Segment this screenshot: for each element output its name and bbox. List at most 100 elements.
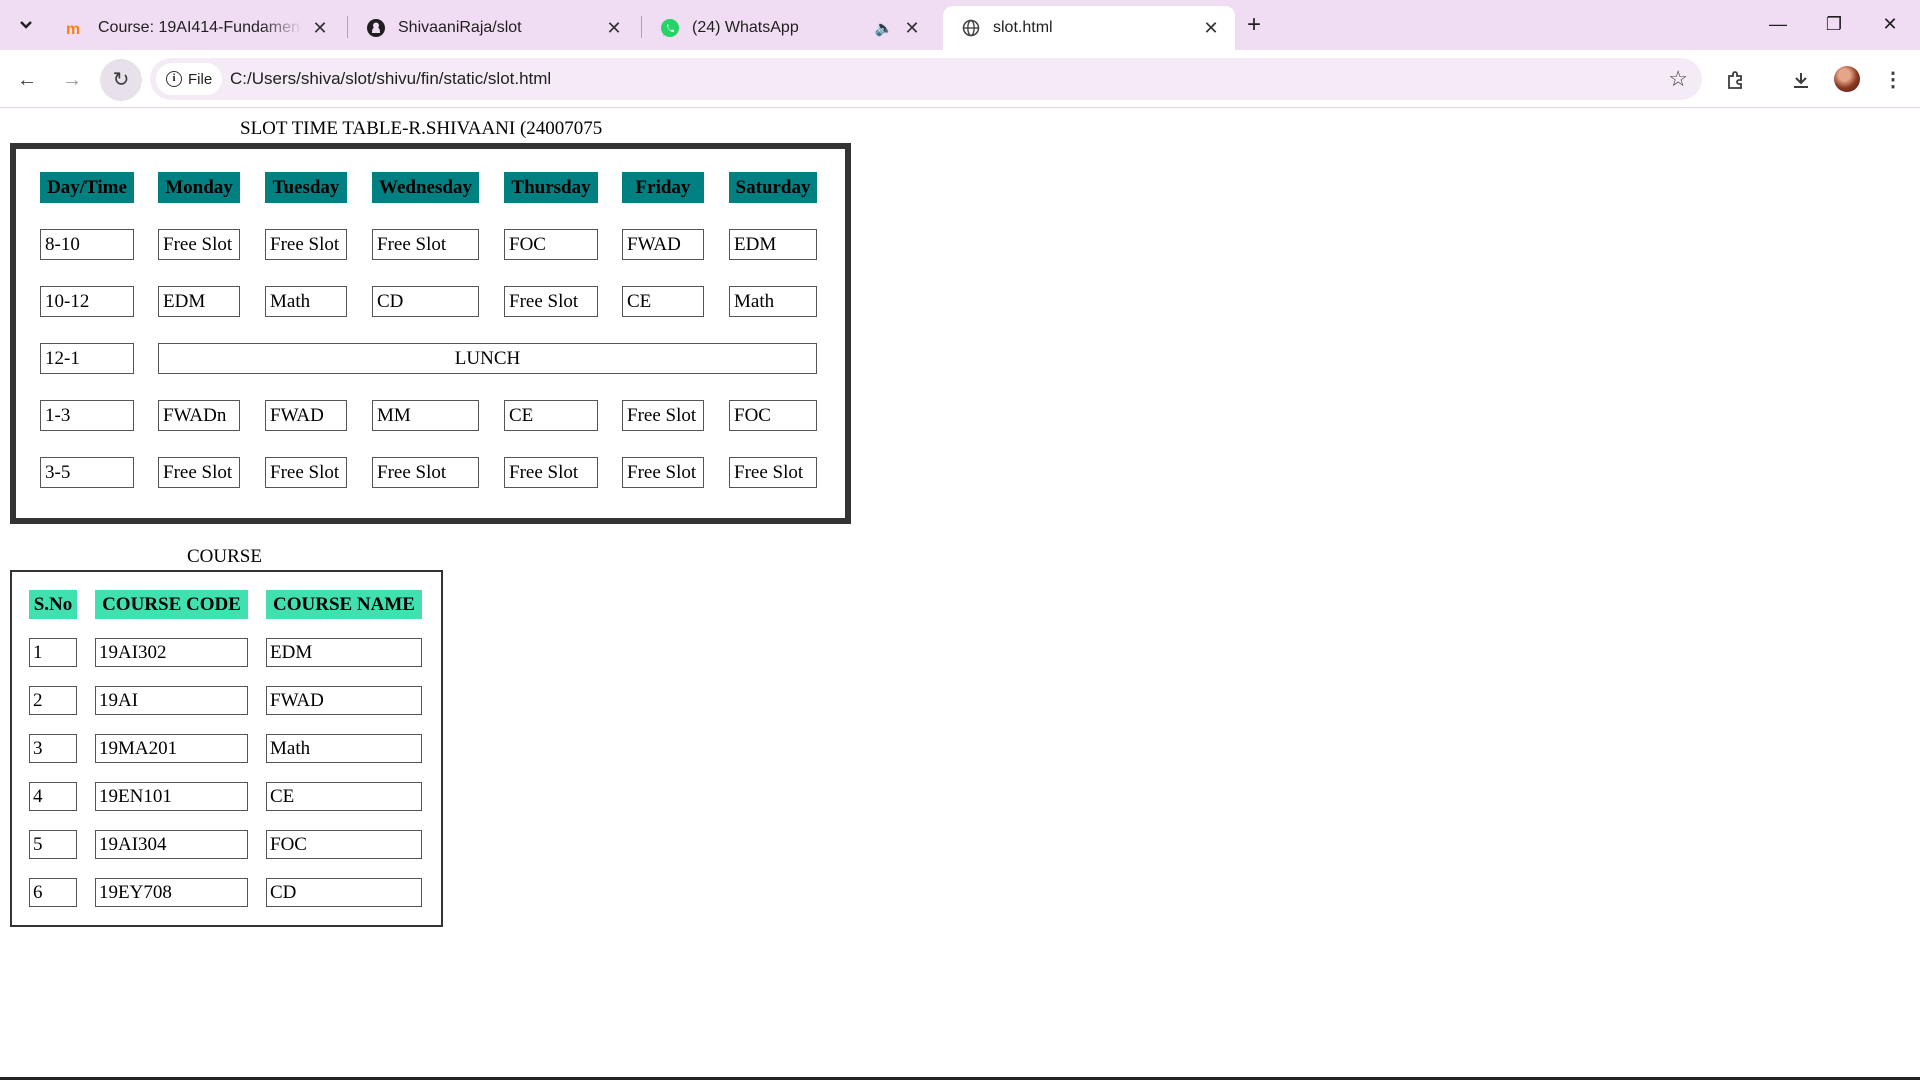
slot-cell: Free Slot [265,457,347,488]
tab-title: Course: 19AI414-Fundamentals [98,19,302,36]
course-code: 19AI302 [95,638,248,667]
course-name: FWAD [266,686,422,715]
site-info-chip[interactable]: i File [156,63,223,95]
course-sno: 1 [29,638,77,667]
slot-cell: Free Slot [158,229,240,260]
close-tab-icon[interactable]: ✕ [902,18,922,39]
course-name: CD [266,878,422,907]
new-tab-plus-icon[interactable]: + [1240,11,1268,39]
header-cell: Tuesday [265,172,347,203]
header-cell: Thursday [504,172,598,203]
slot-cell: FWAD [622,229,704,260]
time-cell: 8-10 [40,229,134,260]
slot-cell: Math [265,286,347,317]
slot-cell: Free Slot [372,229,479,260]
slot-cell: Free Slot [622,400,704,431]
browser-toolbar: ← → ↻ i File C:/Users/shiva/slot/shivu/f… [0,50,1920,108]
tab-strip: m Course: 19AI414-Fundamentals ✕ Shivaan… [0,0,1920,50]
header-cell: Friday [622,172,704,203]
slot-cell: Free Slot [729,457,817,488]
slot-cell: CE [504,400,598,431]
tab-whatsapp[interactable]: (24) WhatsApp 🔈 ✕ [642,6,936,50]
course-sno: 3 [29,734,77,763]
header-cell: Saturday [729,172,817,203]
slot-cell: Free Slot [372,457,479,488]
slot-cell: MM [372,400,479,431]
close-tab-icon[interactable]: ✕ [604,18,624,39]
svg-text:m: m [66,21,80,36]
moodle-icon: m [66,18,86,38]
course-code: 19AI [95,686,248,715]
course-code: 19EY708 [95,878,248,907]
tab-title: slot.html [993,19,1053,36]
menu-kebab-icon[interactable]: ⋮ [1876,63,1910,97]
slot-cell: Free Slot [504,286,598,317]
course-sno: 5 [29,830,77,859]
course-code: 19MA201 [95,734,248,763]
tab-course[interactable]: m Course: 19AI414-Fundamentals ✕ [48,6,344,50]
extensions-puzzle-icon[interactable] [1718,63,1752,97]
slot-cell: EDM [729,229,817,260]
site-info-label: File [188,70,213,88]
slot-cell: Free Slot [504,457,598,488]
bookmark-star-icon[interactable]: ☆ [1668,66,1688,92]
time-cell: 10-12 [40,286,134,317]
course-table: S.No COURSE CODE COURSE NAME 1 19AI302 E… [10,570,443,927]
course-header-cell: COURSE CODE [95,590,248,619]
time-cell: 3-5 [40,457,134,488]
course-code: 19EN101 [95,782,248,811]
header-cell: Wednesday [372,172,479,203]
course-name: EDM [266,638,422,667]
speaker-icon[interactable]: 🔈 [874,19,894,37]
course-header-cell: COURSE NAME [266,590,422,619]
course-name: FOC [266,830,422,859]
slot-cell: Free Slot [158,457,240,488]
minimize-icon[interactable]: — [1760,8,1796,40]
slot-timetable: Day/Time Monday Tuesday Wednesday Thursd… [10,143,851,524]
whatsapp-icon [660,18,680,38]
slot-cell: FOC [504,229,598,260]
globe-icon [961,18,981,38]
course-name: CE [266,782,422,811]
close-window-icon[interactable]: ✕ [1872,8,1908,40]
course-caption: COURSE [187,546,262,567]
tab-github[interactable]: ShivaaniRaja/slot ✕ [348,6,638,50]
slot-cell: CE [622,286,704,317]
back-arrow-icon[interactable]: ← [10,63,44,97]
course-sno: 6 [29,878,77,907]
slot-cell: FWADn [158,400,240,431]
tab-search-chevron-icon[interactable] [10,9,42,41]
slot-cell: CD [372,286,479,317]
slot-cell: EDM [158,286,240,317]
close-tab-icon[interactable]: ✕ [1201,18,1221,39]
address-bar[interactable]: i File C:/Users/shiva/slot/shivu/fin/sta… [150,58,1702,100]
slot-cell: FOC [729,400,817,431]
tab-title: (24) WhatsApp [692,19,799,36]
time-cell: 12-1 [40,343,134,374]
course-sno: 2 [29,686,77,715]
header-cell: Day/Time [40,172,134,203]
header-cell: Monday [158,172,240,203]
timetable-caption: SLOT TIME TABLE-R.SHIVAANI (24007075 [240,118,603,139]
lunch-cell: LUNCH [158,343,817,374]
github-icon [366,18,386,38]
slot-cell: FWAD [265,400,347,431]
reload-icon[interactable]: ↻ [100,59,142,101]
restore-icon[interactable]: ❐ [1816,8,1852,40]
page-content: SLOT TIME TABLE-R.SHIVAANI (24007075 Day… [0,109,1920,1077]
slot-cell: Math [729,286,817,317]
slot-cell: Free Slot [622,457,704,488]
download-icon[interactable] [1784,63,1818,97]
course-sno: 4 [29,782,77,811]
info-icon: i [166,71,182,87]
slot-cell: Free Slot [265,229,347,260]
forward-arrow-icon[interactable]: → [55,63,89,97]
url-text[interactable]: C:/Users/shiva/slot/shivu/fin/static/slo… [230,69,551,89]
tab-slot-html[interactable]: slot.html ✕ [943,6,1235,50]
course-header-cell: S.No [29,590,77,619]
course-name: Math [266,734,422,763]
tab-title: ShivaaniRaja/slot [398,19,522,36]
course-code: 19AI304 [95,830,248,859]
close-tab-icon[interactable]: ✕ [310,18,330,39]
profile-avatar[interactable] [1834,66,1860,92]
